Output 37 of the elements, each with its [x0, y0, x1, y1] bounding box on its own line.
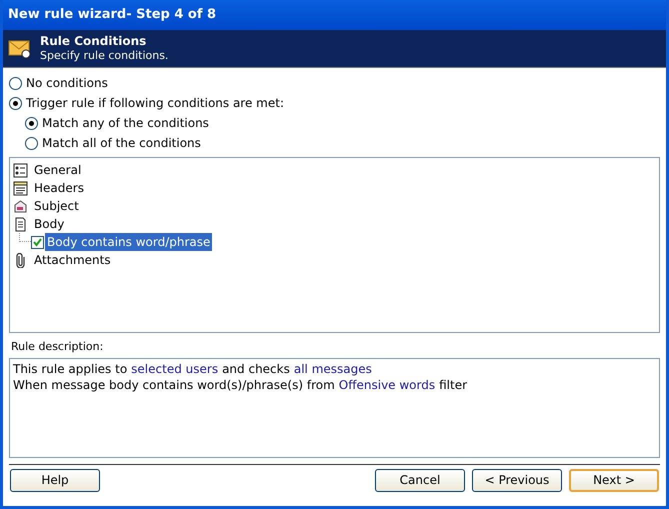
- page-icon: [13, 216, 28, 232]
- radio-button[interactable]: [9, 96, 22, 110]
- dialog-button[interactable]: Cancel: [375, 468, 465, 492]
- radio-option[interactable]: Trigger rule if following conditions are met:: [9, 93, 660, 113]
- radio-option[interactable]: No conditions: [9, 73, 660, 93]
- description-text: filter: [439, 376, 468, 392]
- radio-option[interactable]: Match any of the conditions: [25, 113, 660, 133]
- checkbox[interactable]: [31, 236, 44, 248]
- description-label: Rule description:: [11, 339, 104, 355]
- radio-label: Match all of the conditions: [42, 135, 201, 152]
- header-subtitle: Specify rule conditions.: [40, 49, 168, 63]
- dialog-button[interactable]: Help: [10, 468, 100, 492]
- radio-label: Match any of the conditions: [42, 115, 209, 132]
- tree-item[interactable]: Body: [13, 215, 656, 233]
- radio-button[interactable]: [25, 116, 38, 130]
- tree-item[interactable]: Attachments: [13, 251, 656, 269]
- radio-button[interactable]: [9, 76, 22, 90]
- tree-item[interactable]: General: [13, 161, 656, 179]
- description-text: and checks: [222, 360, 290, 376]
- description-link[interactable]: selected users: [131, 360, 218, 376]
- radio-label: Trigger rule if following conditions are met:: [26, 95, 284, 112]
- description-link[interactable]: all messages: [294, 360, 372, 376]
- description-text: This rule applies to: [13, 360, 128, 376]
- window-title: New rule wizard- Step 4 of 8: [8, 6, 216, 24]
- document-icon: [13, 180, 28, 196]
- list-icon: [13, 162, 28, 178]
- radio-option[interactable]: Match all of the conditions: [25, 133, 660, 153]
- radio-label: No conditions: [26, 75, 108, 92]
- radio-button[interactable]: [25, 136, 38, 150]
- dialog-button[interactable]: < Previous: [472, 468, 562, 492]
- tree-item[interactable]: Body contains word/phrase: [45, 233, 212, 251]
- description-link[interactable]: Offensive words: [338, 376, 436, 392]
- header-title: Rule Conditions: [40, 34, 148, 50]
- description-text: When message body contains word(s)/phrase(s) from: [13, 376, 335, 392]
- tree-item[interactable]: Headers: [13, 179, 656, 197]
- tree-item[interactable]: Subject: [13, 197, 656, 215]
- dialog-button[interactable]: Next >: [569, 468, 659, 492]
